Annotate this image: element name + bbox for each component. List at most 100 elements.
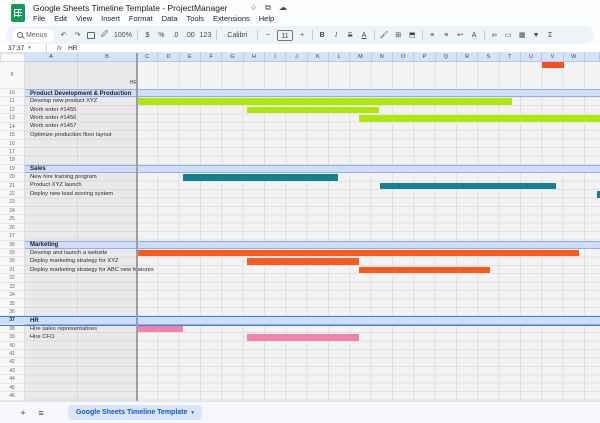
add-sheet-button[interactable]: + [14,408,32,418]
timeline-header-row[interactable] [137,62,600,89]
column-header-I[interactable]: I [264,53,287,62]
menu-data[interactable]: Data [162,14,178,23]
row-header-10[interactable]: 10 [0,89,24,98]
formula-input[interactable]: HR [68,45,77,52]
row-header-33[interactable]: 33 [0,283,24,292]
functions-button[interactable]: Σ [546,32,555,39]
font-size-decrease-button[interactable]: − [263,32,272,39]
sheet-tab[interactable]: Google Sheets Timeline Template ▾ [68,405,202,420]
row-header-24[interactable]: 24 [0,207,24,216]
row-header-35[interactable]: 35 [0,300,24,308]
task-cell-row-39[interactable]: Hire CFO [30,334,54,340]
row-header-18[interactable]: 18 [0,156,24,165]
row-header-44[interactable]: 44 [0,375,24,384]
create-filter-button[interactable]: ▼ [532,32,541,39]
redo-button[interactable]: ↷ [73,31,82,39]
task-cell-row-15[interactable]: Optimize production floor layout [30,132,112,138]
row-header-17[interactable]: 17 [0,148,24,157]
text-rotation-button[interactable]: A [470,32,479,39]
decrease-decimal-button[interactable]: .0 [171,32,180,39]
strikethrough-button[interactable]: S [346,32,355,39]
insert-chart-button[interactable]: ▦ [518,31,527,39]
task-cell-row-20[interactable]: New hire training program [30,174,97,180]
column-header-B[interactable]: B [78,53,137,62]
column-header-U[interactable]: U [520,53,543,62]
column-header-F[interactable]: F [200,53,223,62]
timeline-bar-row-31[interactable] [358,266,490,274]
column-header-G[interactable]: G [222,53,244,62]
timeline-bar-row-13[interactable] [358,115,600,122]
bold-button[interactable]: B [318,32,327,39]
row-header-41[interactable]: 41 [0,350,24,359]
row-header-9[interactable]: 9 [0,62,24,89]
row-header-15[interactable]: 15 [0,131,24,140]
row-header-31[interactable]: 31 [0,266,24,275]
task-cell-row-11[interactable]: Develop new product XYZ [30,98,97,104]
column-header-M[interactable]: M [350,53,372,62]
column-header-A[interactable]: A [25,53,78,62]
row-header-13[interactable]: 13 [0,114,24,123]
timeline-bar-row-12[interactable] [246,106,380,114]
column-header-V[interactable]: V [542,53,564,62]
section-row-28[interactable]: Marketing [25,240,600,249]
italic-button[interactable]: I [332,32,341,39]
task-cell-row-29[interactable]: Develop and launch a website [30,250,107,256]
column-header-P[interactable]: P [414,53,436,62]
row-header-26[interactable]: 26 [0,224,24,233]
row-header-30[interactable]: 30 [0,257,24,266]
row-header-28[interactable]: 28 [0,241,24,249]
row-header-42[interactable]: 42 [0,358,24,367]
zoom-select[interactable]: 100% [114,32,132,39]
merge-cells-button[interactable]: ⬒ [408,31,417,39]
horizontal-align-button[interactable]: ≡ [428,32,437,39]
column-header-D[interactable]: D [158,53,180,62]
menu-extensions[interactable]: Extensions [213,14,250,23]
task-cell-row-38[interactable]: Hire sales representatives [30,326,97,332]
column-header-T[interactable]: T [499,53,521,62]
row-header-25[interactable]: 25 [0,215,24,224]
row-header-19[interactable]: 19 [0,165,24,174]
row-header-36[interactable]: 36 [0,308,24,317]
text-color-button[interactable]: A [360,32,369,39]
move-folder-icon[interactable]: ⧉ [265,3,271,13]
text-wrap-button[interactable]: ↩ [456,31,465,39]
row-header-38[interactable]: 38 [0,325,24,334]
format-currency-button[interactable]: $ [143,32,152,39]
column-header-S[interactable]: S [478,53,500,62]
row-header-34[interactable]: 34 [0,291,24,300]
column-header-R[interactable]: R [456,53,479,62]
row-header-37[interactable]: 37 [0,316,24,325]
task-cell-row-13[interactable]: Work order #1456 [30,115,76,121]
timeline-bar-row-21[interactable] [380,182,557,190]
section-row-10[interactable]: Product Development & Production [25,89,600,98]
menu-tools[interactable]: Tools [187,14,205,23]
format-percent-button[interactable]: % [157,32,166,39]
menu-help[interactable]: Help [259,14,274,23]
menu-edit[interactable]: Edit [54,14,67,23]
task-cell-row-22[interactable]: Deploy new lead scoring system [30,191,113,197]
insert-comment-button[interactable]: ▭ [504,31,513,39]
task-cell-row-21[interactable]: Product XYZ launch [30,182,82,188]
timeline-bar-row-38[interactable] [137,325,183,333]
undo-button[interactable]: ↶ [59,31,68,39]
column-header-K[interactable]: K [307,53,329,62]
paint-format-button[interactable]: 🖉 [100,30,109,41]
timeline-bar-row-20[interactable] [182,174,338,181]
timeline-bar-row-30[interactable] [246,258,359,265]
font-size-increase-button[interactable]: + [298,32,307,39]
font-size-input[interactable]: 11 [277,29,293,41]
menu-view[interactable]: View [76,14,92,23]
row-header-12[interactable]: 12 [0,106,24,115]
column-header-O[interactable]: O [392,53,415,62]
name-box[interactable]: 37:37 ▾ [0,45,46,52]
row-header-27[interactable]: 27 [0,232,24,241]
vertical-align-button[interactable]: ≡ [442,32,451,39]
timeline-bar-row-39[interactable] [246,334,359,341]
section-row-19[interactable]: Sales [25,164,600,174]
row-header-22[interactable]: 22 [0,190,24,199]
column-header-H[interactable]: H [243,53,265,62]
column-header-J[interactable]: J [286,53,308,62]
row-header-46[interactable]: 46 [0,392,24,401]
timeline-bar-row-11[interactable] [137,98,513,105]
document-title[interactable]: Google Sheets Timeline Template - Projec… [33,3,228,13]
